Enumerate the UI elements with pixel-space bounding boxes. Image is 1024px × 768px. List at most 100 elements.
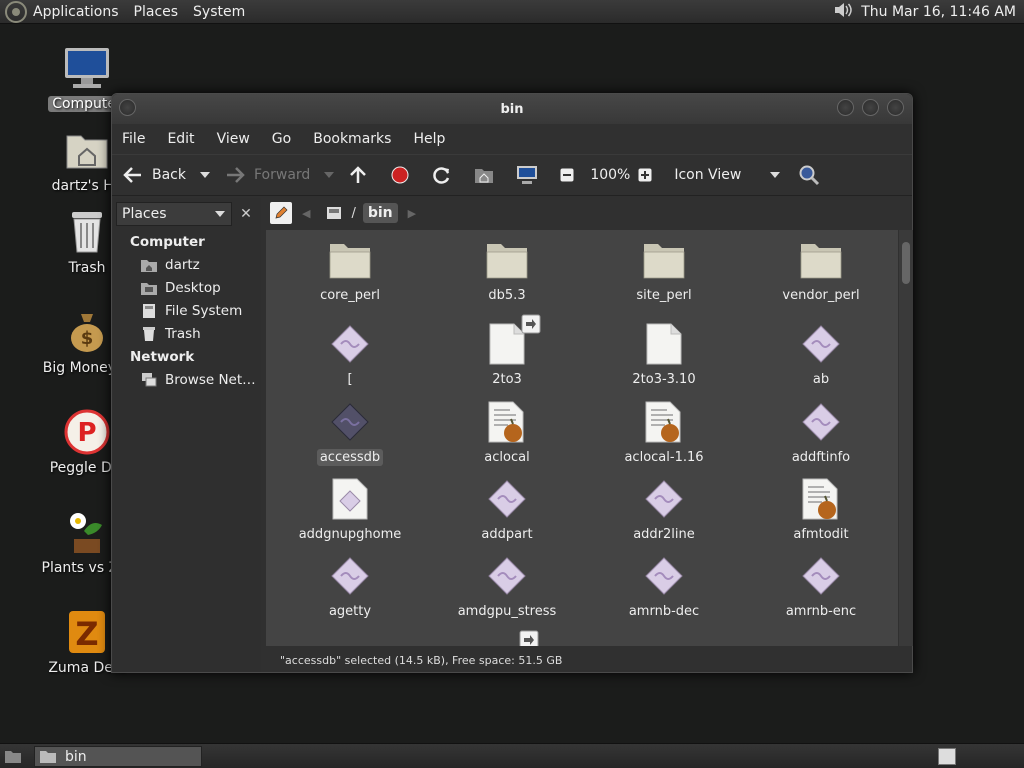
taskbar-item-label: bin xyxy=(65,748,87,765)
file-item[interactable]: [ xyxy=(275,320,425,388)
side-pane: Places ✕ Computer dartz Desktop File Sys… xyxy=(113,198,261,672)
menubar: File Edit View Go Bookmarks Help xyxy=(112,124,912,154)
zoom-level[interactable]: 100% xyxy=(590,167,630,183)
taskbar-item-bin[interactable]: bin xyxy=(34,746,202,767)
view-mode-select[interactable]: Icon View xyxy=(674,167,781,183)
sidebar-item-desktop[interactable]: Desktop xyxy=(141,280,221,296)
file-name: addpart xyxy=(481,527,533,542)
trash-icon xyxy=(63,208,111,256)
path-scroll-right-button[interactable]: ▶ xyxy=(408,207,416,220)
file-item[interactable]: amrnb-enc xyxy=(746,552,896,620)
path-button-bin[interactable]: bin xyxy=(362,203,398,223)
sidebar-item-browse-network[interactable]: Browse Net… xyxy=(141,372,256,388)
executable-icon xyxy=(483,552,531,600)
distro-logo-icon[interactable] xyxy=(5,0,27,23)
file-item[interactable]: 2to3-3.10 xyxy=(589,320,739,388)
file-name: vendor_perl xyxy=(782,288,860,303)
scrollbar-thumb[interactable] xyxy=(902,242,910,284)
file-item[interactable]: addpart xyxy=(432,475,582,543)
minimize-button[interactable] xyxy=(837,99,854,116)
window-titlebar[interactable]: bin xyxy=(112,94,912,124)
chevron-down-icon xyxy=(770,172,781,178)
file-item[interactable]: amrnb-dec xyxy=(589,552,739,620)
computer-button[interactable] xyxy=(516,165,546,185)
close-button[interactable] xyxy=(887,99,904,116)
applications-menu[interactable]: Applications xyxy=(33,4,119,20)
file-item[interactable]: addftinfo xyxy=(746,398,896,466)
window-menu-button[interactable] xyxy=(119,99,136,116)
close-icon: ✕ xyxy=(240,206,252,222)
zoom-in-icon xyxy=(638,168,652,182)
folder-icon xyxy=(40,750,56,763)
toolbar: Back Forward 100% Icon View xyxy=(112,154,912,196)
show-desktop-button[interactable] xyxy=(4,748,22,768)
sidebar-item-label: Browse Net… xyxy=(165,372,256,388)
close-side-pane-button[interactable]: ✕ xyxy=(234,202,258,226)
file-item[interactable]: ab xyxy=(746,320,896,388)
status-bar: "accessdb" selected (14.5 kB), Free spac… xyxy=(280,653,563,667)
menu-go[interactable]: Go xyxy=(272,131,291,147)
file-item[interactable]: aclocal-1.16 xyxy=(589,398,739,466)
file-item[interactable]: accessdb xyxy=(275,398,425,466)
file-icon-view[interactable]: core_perl db5.3 site_perl vendor_perl [2to3 2… xyxy=(266,230,898,646)
volume-icon[interactable] xyxy=(833,0,855,24)
zoom-out-icon xyxy=(560,168,574,182)
show-desktop-icon xyxy=(5,751,21,763)
script-file-icon xyxy=(797,475,845,523)
file-name: db5.3 xyxy=(488,288,526,303)
sidebar-item-label: File System xyxy=(165,303,243,319)
menu-file[interactable]: File xyxy=(122,131,145,147)
menu-edit[interactable]: Edit xyxy=(167,131,194,147)
zoom-in-button[interactable] xyxy=(638,168,660,182)
up-arrow-icon xyxy=(350,166,367,183)
file-name: addftinfo xyxy=(791,450,851,465)
forward-button[interactable]: Forward xyxy=(224,165,310,185)
search-button[interactable] xyxy=(798,164,828,186)
maximize-button[interactable] xyxy=(862,99,879,116)
sidebar-item-trash[interactable]: Trash xyxy=(141,326,201,342)
toggle-location-entry-button[interactable] xyxy=(270,202,292,224)
file-item[interactable]: amdgpu_stress xyxy=(432,552,582,620)
up-button[interactable] xyxy=(348,165,376,185)
menu-help[interactable]: Help xyxy=(413,131,445,147)
path-root-button[interactable] xyxy=(324,203,344,223)
file-name: amrnb-dec xyxy=(628,604,700,619)
back-history-dropdown[interactable] xyxy=(200,172,210,178)
file-item[interactable]: 2to3 xyxy=(432,314,582,388)
menu-view[interactable]: View xyxy=(217,131,250,147)
plants-icon xyxy=(63,508,111,556)
vertical-scrollbar[interactable] xyxy=(899,230,913,646)
menu-bookmarks[interactable]: Bookmarks xyxy=(313,131,391,147)
file-item[interactable]: addr2line xyxy=(589,475,739,543)
file-item[interactable]: agetty xyxy=(275,552,425,620)
desktop-icon-label: Trash xyxy=(68,260,106,276)
path-scroll-left-button[interactable]: ◀ xyxy=(302,207,310,220)
sidebar-item-dartz[interactable]: dartz xyxy=(141,257,200,273)
folder-icon xyxy=(797,236,845,284)
peggle-icon: P xyxy=(63,408,111,456)
file-item[interactable]: afmtodit xyxy=(746,475,896,543)
zoom-out-button[interactable] xyxy=(560,168,582,182)
places-menu[interactable]: Places xyxy=(134,4,179,20)
executable-icon xyxy=(326,398,374,446)
clock[interactable]: Thu Mar 16, 11:46 AM xyxy=(861,4,1016,20)
home-button[interactable] xyxy=(474,165,502,185)
file-item[interactable]: aclocal xyxy=(432,398,582,466)
stop-button[interactable] xyxy=(390,165,418,185)
drive-icon xyxy=(141,303,157,319)
reload-button[interactable] xyxy=(432,165,460,185)
network-icon xyxy=(141,372,157,388)
file-item[interactable]: db5.3 xyxy=(432,236,582,304)
file-name: addr2line xyxy=(633,527,695,542)
sidebar-item-file-system[interactable]: File System xyxy=(141,303,242,319)
file-item[interactable]: core_perl xyxy=(275,236,425,304)
file-item[interactable]: site_perl xyxy=(589,236,739,304)
file-item[interactable]: addgnupghome xyxy=(275,475,425,543)
forward-history-dropdown[interactable] xyxy=(324,172,335,178)
symlink-icon xyxy=(521,314,541,334)
back-button[interactable]: Back xyxy=(122,165,186,185)
system-menu[interactable]: System xyxy=(193,4,245,20)
workspace-switcher[interactable] xyxy=(938,748,956,765)
side-pane-selector[interactable]: Places xyxy=(116,202,232,226)
file-item[interactable]: vendor_perl xyxy=(746,236,896,304)
